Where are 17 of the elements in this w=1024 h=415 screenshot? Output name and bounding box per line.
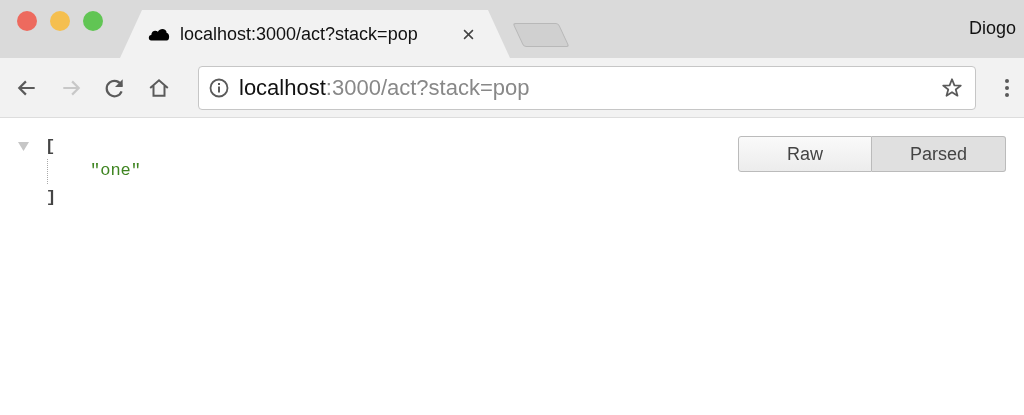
- star-icon[interactable]: [941, 76, 963, 99]
- close-icon[interactable]: [463, 28, 474, 40]
- url-text: localhost:3000/act?stack=pop: [239, 74, 530, 101]
- view-mode-button[interactable]: Raw: [738, 136, 872, 172]
- profile-name[interactable]: Diogo: [968, 18, 1016, 39]
- string-value: "one": [90, 161, 141, 180]
- cloud-icon: [148, 26, 170, 42]
- open-bracket: [: [45, 136, 56, 156]
- close-bracket: ]: [46, 187, 57, 207]
- view-mode-button[interactable]: Parsed: [872, 136, 1006, 172]
- tab-title: localhost:3000/act?stack=pop: [180, 23, 418, 45]
- info-icon: [209, 77, 229, 98]
- home-icon[interactable]: [148, 76, 170, 99]
- reload-icon[interactable]: [104, 76, 126, 99]
- browser-tab[interactable]: localhost:3000/act?stack=pop: [120, 10, 510, 58]
- address-bar[interactable]: localhost:3000/act?stack=pop: [198, 65, 976, 110]
- menu-icon[interactable]: [1004, 77, 1010, 98]
